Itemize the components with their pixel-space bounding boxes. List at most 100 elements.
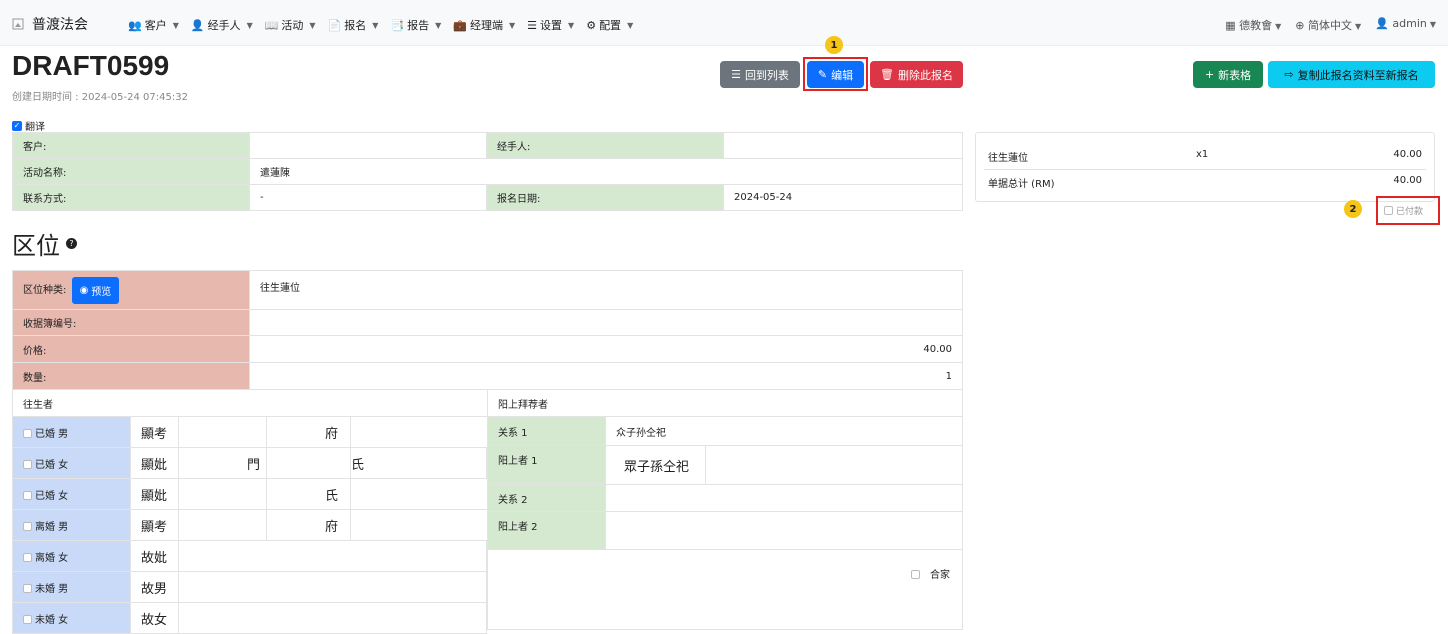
back-to-list-button[interactable]: ☰ 回到列表 (720, 61, 800, 88)
summary-total-value: 40.00 (1393, 175, 1422, 186)
annotation-badge-1: 1 (825, 36, 843, 54)
quantity-value: 1 (249, 362, 963, 390)
org-dropdown[interactable]: ▦ 德教會 ▼ (1225, 17, 1281, 33)
price-label: 价格: (12, 335, 250, 363)
checkbox-icon (23, 490, 32, 500)
customer-value (249, 132, 487, 159)
checkbox-icon (1384, 206, 1393, 215)
deceased-type-label[interactable]: 已婚 女 (12, 447, 131, 479)
relation-1-label: 关系 1 (487, 416, 606, 446)
menu-item-registration[interactable]: 📄 报名 ▼ (328, 17, 379, 33)
menu-item-reports[interactable]: 📑 报告 ▼ (390, 17, 441, 33)
deceased-type-label[interactable]: 已婚 女 (12, 478, 131, 510)
sponsor-1-value: 眾子孫仝祀 (605, 445, 706, 485)
menu-item-settings[interactable]: ☰ 设置 ▼ (527, 17, 574, 33)
checkbox-icon (23, 459, 32, 469)
nav-right: ▦ 德教會 ▼ ⊕ 简体中文 ▼ 👤 admin ▼ (1225, 17, 1436, 33)
user-icon: 👤 (1375, 17, 1389, 30)
relation-1-value: 众子孙仝祀 (605, 416, 963, 446)
event-value: 遣蓮陳 (249, 158, 963, 185)
brand-title: 普渡法会 (32, 17, 88, 33)
copy-registration-button[interactable]: ⇨ 复制此报名资料至新报名 (1268, 61, 1435, 88)
checkbox-icon (23, 583, 32, 593)
date-label: 报名日期: (486, 184, 724, 211)
checkbox-icon (23, 521, 32, 531)
date-value: 2024-05-24 (723, 184, 963, 211)
plus-icon: + (1204, 68, 1215, 81)
checkbox-icon (23, 614, 32, 624)
help-icon[interactable]: ? (66, 238, 77, 249)
list-icon: ☰ (731, 68, 741, 81)
trash-icon: 🗑 (880, 68, 894, 81)
receipt-book-value (249, 309, 963, 336)
user-icon: 👤 (190, 18, 205, 32)
deceased-type-label[interactable]: 未婚 女 (12, 602, 131, 634)
deceased-type-label[interactable]: 已婚 男 (12, 416, 131, 448)
contact-label: 联系方式: (12, 184, 250, 211)
deceased-header: 往生者 (12, 389, 488, 417)
summary-item-name: 往生蓮位 (988, 153, 1028, 164)
relation-2-label: 关系 2 (487, 484, 606, 512)
slot-type-value: 往生蓮位 (249, 270, 963, 310)
sponsor-1-label: 阳上者 1 (487, 445, 606, 485)
table-row: 未婚 男 故男 (12, 571, 487, 603)
edit-button[interactable]: ✎ 编辑 (807, 61, 864, 88)
briefcase-icon: 💼 (453, 18, 467, 32)
table-row: 未婚 女 故女 (12, 602, 487, 634)
summary-card: 往生蓮位 x1 40.00 单据总计 (RM) 40.00 (975, 132, 1435, 202)
table-row: 离婚 男 顯考 府 (12, 509, 487, 541)
family-checkbox[interactable]: 合家 (487, 549, 963, 630)
preview-button[interactable]: ◉ 预览 (71, 276, 120, 304)
sponsor-header: 阳上拜荐者 (487, 389, 963, 417)
deceased-table: 已婚 男 顯考 府 已婚 女 顯妣 門 氏 已婚 女 顯妣 氏 离婚 男 顯考 … (12, 416, 487, 634)
translate-toggle[interactable]: ✓ 翻译 (12, 118, 45, 133)
file-icon: 📄 (327, 18, 342, 32)
receipt-book-label: 收据簿编号: (12, 309, 250, 336)
users-icon: 👥 (128, 18, 142, 32)
page-title: DRAFT0599 (12, 50, 170, 81)
menu-item-events[interactable]: 📖 活动 ▼ (265, 17, 316, 33)
menu-item-config[interactable]: ⚙ 配置 ▼ (586, 17, 633, 33)
new-form-button[interactable]: + 新表格 (1193, 61, 1263, 88)
event-label: 活动名称: (12, 158, 250, 185)
brand[interactable]: 普渡法会 (12, 14, 88, 34)
slot-table: 区位种类: ◉ 预览 往生蓮位 收据簿编号: 价格: 40.00 数量: 1 (12, 270, 963, 390)
contact-value: - (249, 184, 487, 211)
menu-item-manager[interactable]: 💼 经理端 ▼ (453, 17, 515, 33)
user-dropdown[interactable]: 👤 admin ▼ (1375, 17, 1436, 33)
price-value: 40.00 (249, 335, 963, 363)
annotation-badge-2: 2 (1344, 200, 1362, 218)
handler-value (723, 132, 963, 159)
sponsor-table: 关系 1 众子孙仝祀 阳上者 1 眾子孫仝祀 关系 2 阳上者 2 合家 (487, 416, 963, 630)
menu-item-handler[interactable]: 👤 经手人 ▼ (191, 17, 253, 33)
menu-item-customers[interactable]: 👥 客户 ▼ (128, 17, 179, 33)
deceased-type-label[interactable]: 未婚 男 (12, 571, 131, 603)
checked-checkbox-icon: ✓ (12, 120, 22, 131)
customer-label: 客户: (12, 132, 250, 159)
edit-icon: ✎ (817, 68, 828, 81)
sponsor-2-value (605, 511, 963, 550)
eye-icon: ◉ (79, 284, 89, 296)
delete-registration-button[interactable]: 🗑 删除此报名 (870, 61, 963, 88)
handler-label: 经手人: (486, 132, 724, 159)
checkbox-icon (23, 428, 32, 438)
summary-item-qty: x1 (1196, 149, 1209, 160)
deceased-type-label[interactable]: 离婚 女 (12, 540, 131, 572)
paid-checkbox[interactable]: 已付款 (1384, 204, 1423, 217)
book-icon: 📖 (264, 18, 279, 32)
navbar: 普渡法会 👥 客户 ▼ 👤 经手人 ▼ 📖 活动 ▼ 📄 报名 ▼ 📑 报告 ▼ 💼 经理端 ▼ ☰ 设置… (0, 0, 1448, 46)
report-icon: 📑 (390, 18, 405, 32)
checkbox-icon (911, 570, 920, 579)
logo-icon (12, 18, 24, 30)
table-row: 离婚 女 故妣 (12, 540, 487, 572)
main-menu: 👥 客户 ▼ 👤 经手人 ▼ 📖 活动 ▼ 📄 报名 ▼ 📑 报告 ▼ 💼 经理端 ▼ ☰ 设置 ▼ ⚙ 配置… (128, 17, 633, 33)
settings-icon: ☰ (527, 18, 538, 32)
quantity-label: 数量: (12, 362, 250, 390)
relation-2-value (605, 484, 963, 512)
language-dropdown[interactable]: ⊕ 简体中文 ▼ (1295, 17, 1361, 33)
slot-type-label: 区位种类: ◉ 预览 (12, 270, 250, 310)
deceased-type-label[interactable]: 离婚 男 (12, 509, 131, 541)
gear-icon: ⚙ (586, 18, 597, 32)
globe-icon: ⊕ (1295, 19, 1305, 32)
names-header: 往生者 阳上拜荐者 (12, 389, 963, 417)
